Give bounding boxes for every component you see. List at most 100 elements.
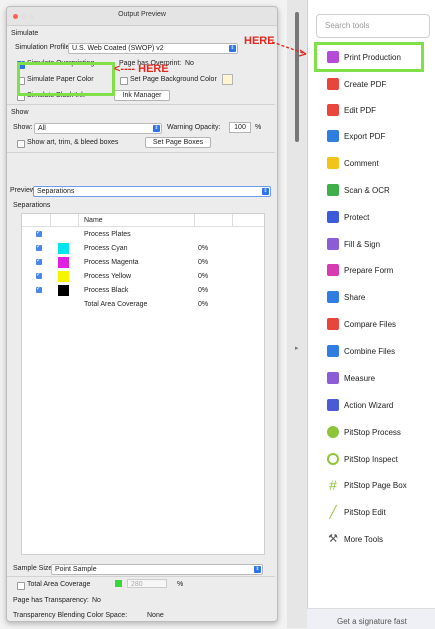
tool-pitstop-inspect[interactable]: PitStop Inspect	[319, 451, 431, 469]
tool-label: Share	[344, 293, 366, 302]
tool-create-pdf[interactable]: Create PDF	[319, 76, 431, 94]
tool-pitstop-process[interactable]: PitStop Process	[319, 424, 431, 442]
page-has-transparency-label: Page has Transparency:	[13, 597, 89, 604]
row-percent: 0%	[198, 259, 209, 266]
signature-banner-text: Get a signature fast	[337, 617, 407, 626]
pitstop-page-box-icon: #	[329, 477, 337, 493]
page-has-overprint-value: No	[185, 60, 194, 67]
tool-print-production[interactable]: Print Production	[319, 49, 431, 67]
signature-banner[interactable]: Get a signature fast	[307, 608, 435, 629]
column-divider	[232, 214, 233, 226]
show-label: Show:	[13, 124, 33, 131]
show-select[interactable]: All ⇕	[34, 123, 162, 134]
table-row[interactable]: Total Area Coverage 0%	[22, 298, 264, 311]
page-bg-color-swatch[interactable]	[222, 74, 233, 85]
tool-prepare-form[interactable]: Prepare Form	[319, 262, 431, 280]
tool-label: Scan & OCR	[344, 186, 390, 195]
row-name: Process Magenta	[84, 259, 139, 266]
row-percent: 0%	[198, 245, 209, 252]
tool-comment[interactable]: Comment	[319, 155, 431, 173]
tool-label: Measure	[344, 374, 376, 383]
row-name: Process Yellow	[84, 273, 132, 280]
table-row[interactable]: Process Cyan 0%	[22, 242, 264, 255]
row-checkbox[interactable]	[36, 257, 42, 265]
output-preview-dialog: Output Preview Simulate Simulation Profi…	[6, 6, 278, 622]
row-percent: 0%	[198, 301, 209, 308]
show-boxes-label: Show art, trim, & bleed boxes	[27, 139, 119, 146]
separations-header: Separations	[13, 202, 51, 209]
tool-action-wizard[interactable]: Action Wizard	[319, 397, 431, 415]
row-checkbox[interactable]	[36, 271, 42, 279]
black-swatch	[58, 285, 69, 296]
tac-value-input[interactable]: 280	[127, 579, 167, 588]
tool-more-tools[interactable]: ⚒ More Tools	[319, 531, 431, 549]
row-checkbox[interactable]	[36, 285, 42, 293]
tool-scan-ocr[interactable]: Scan & OCR	[319, 182, 431, 200]
separations-table: Name Process Plates Process Cyan 0% Proc…	[21, 213, 265, 555]
table-row[interactable]: Process Yellow 0%	[22, 270, 264, 283]
tool-label: Edit PDF	[344, 106, 377, 115]
blend-space-value: None	[147, 612, 164, 619]
simulation-profile-label: Simulation Profile:	[15, 44, 72, 51]
tool-measure[interactable]: Measure	[319, 370, 431, 388]
sample-size-select[interactable]: Point Sample ⇕	[51, 564, 263, 575]
comment-icon	[327, 157, 339, 169]
row-checkbox[interactable]	[36, 229, 42, 237]
blend-space-label: Transparency Blending Color Space:	[13, 612, 128, 619]
tool-label: Prepare Form	[344, 266, 394, 275]
divider	[7, 104, 275, 105]
tool-edit-pdf[interactable]: Edit PDF	[319, 102, 431, 120]
tac-percent: %	[177, 581, 184, 588]
tool-pitstop-page-box[interactable]: # PitStop Page Box	[319, 477, 431, 495]
tool-protect[interactable]: Protect	[319, 209, 431, 227]
tool-label: PitStop Process	[344, 428, 401, 437]
tool-label: PitStop Edit	[344, 508, 386, 517]
column-divider	[50, 214, 51, 226]
tool-label: Combine Files	[344, 347, 396, 356]
set-page-boxes-button[interactable]: Set Page Boxes	[145, 137, 211, 148]
tool-label: Print Production	[344, 53, 401, 62]
print-production-icon	[327, 51, 339, 63]
total-area-coverage-checkbox[interactable]	[17, 582, 25, 590]
export-pdf-icon	[327, 130, 339, 142]
tool-share[interactable]: Share	[319, 289, 431, 307]
simulation-profile-select[interactable]: U.S. Web Coated (SWOP) v2 ⇕	[68, 43, 238, 54]
tac-color-swatch[interactable]	[115, 580, 122, 587]
row-checkbox[interactable]	[36, 243, 42, 251]
warning-opacity-label: Warning Opacity:	[167, 124, 221, 131]
show-boxes-checkbox[interactable]	[17, 140, 25, 148]
table-row[interactable]: Process Magenta 0%	[22, 256, 264, 269]
simulation-profile-value: U.S. Web Coated (SWOP) v2	[72, 45, 164, 52]
tool-label: Protect	[344, 213, 370, 222]
collapse-arrow-icon[interactable]: ▸	[295, 344, 299, 352]
table-header: Name	[22, 214, 264, 227]
scan-ocr-icon	[327, 184, 339, 196]
pitstop-edit-icon: ╱	[329, 505, 337, 519]
chevron-updown-icon: ⇕	[153, 125, 160, 132]
scrollbar-thumb[interactable]	[295, 12, 299, 142]
tool-export-pdf[interactable]: Export PDF	[319, 128, 431, 146]
chevron-updown-icon: ⇕	[262, 188, 269, 195]
divider	[7, 152, 275, 153]
search-tools-input[interactable]: Search tools	[316, 14, 430, 38]
ink-manager-button[interactable]: Ink Manager	[114, 90, 170, 101]
set-page-bg-label: Set Page Background Color	[130, 76, 217, 83]
tool-pitstop-edit[interactable]: ╱ PitStop Edit	[319, 504, 431, 522]
warning-opacity-input[interactable]: 100	[229, 122, 251, 133]
preview-select[interactable]: Separations ⇕	[33, 186, 271, 197]
set-page-bg-checkbox[interactable]	[120, 77, 128, 85]
simulate-header: Simulate	[11, 30, 39, 37]
tool-fill-sign[interactable]: Fill & Sign	[319, 236, 431, 254]
dialog-title: Output Preview	[118, 11, 166, 18]
table-row[interactable]: Process Plates	[22, 228, 264, 241]
tool-compare-files[interactable]: Compare Files	[319, 316, 431, 334]
prepare-form-icon	[327, 264, 339, 276]
table-row[interactable]: Process Black 0%	[22, 284, 264, 297]
chevron-updown-icon: ⇕	[254, 566, 261, 573]
row-name: Process Plates	[84, 231, 131, 238]
show-header: Show	[11, 109, 29, 116]
column-divider	[194, 214, 195, 226]
tool-combine-files[interactable]: Combine Files	[319, 343, 431, 361]
tool-label: PitStop Inspect	[344, 455, 398, 464]
measure-icon	[327, 372, 339, 384]
